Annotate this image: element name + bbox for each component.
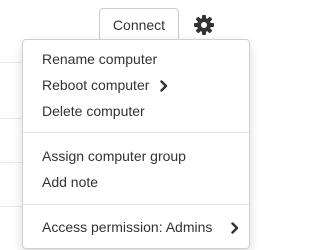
chevron-right-icon	[160, 79, 168, 92]
connect-button[interactable]: Connect	[99, 8, 179, 42]
menu-item-reboot-computer[interactable]: Reboot computer	[42, 74, 239, 96]
menu-item-label: Delete computer	[42, 103, 145, 119]
chevron-right-icon	[231, 221, 239, 234]
background-divider	[0, 62, 24, 63]
menu-item-label: Reboot computer	[42, 77, 150, 93]
menu-divider	[23, 132, 249, 133]
menu-item-label: Rename computer	[42, 51, 158, 67]
menu-item-delete-computer[interactable]: Delete computer	[42, 100, 239, 122]
page: Connect Rename computer Reboot computer	[0, 0, 256, 250]
menu-item-label: Add note	[42, 174, 99, 190]
menu-item-label: Access permission: Admins	[42, 219, 213, 235]
background-divider	[0, 206, 24, 207]
menu-divider	[23, 204, 249, 205]
menu-item-access-permission[interactable]: Access permission: Admins	[42, 216, 239, 238]
menu-item-add-note[interactable]: Add note	[42, 171, 239, 193]
menu-item-assign-computer-group[interactable]: Assign computer group	[42, 145, 239, 167]
settings-dropdown-menu: Rename computer Reboot computer Delete c…	[22, 39, 250, 249]
menu-item-label: Assign computer group	[42, 148, 186, 164]
background-divider	[0, 118, 24, 119]
background-divider	[0, 162, 24, 163]
menu-item-rename-computer[interactable]: Rename computer	[42, 48, 239, 70]
gear-icon[interactable]	[192, 13, 216, 37]
